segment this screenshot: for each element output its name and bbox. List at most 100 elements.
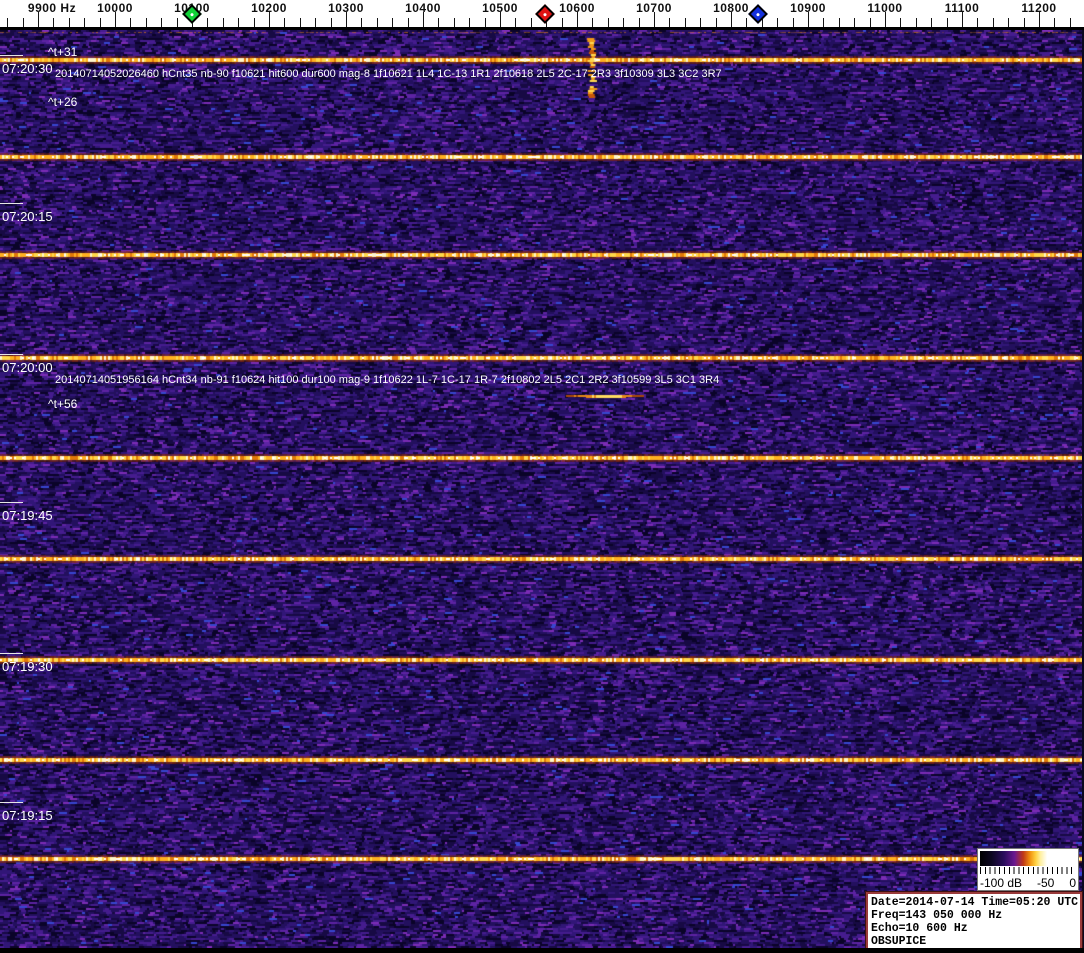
freq-tick xyxy=(469,18,471,27)
freq-tick xyxy=(315,18,317,27)
freq-tick xyxy=(22,18,24,27)
time-tick xyxy=(0,354,23,355)
marker-red-diamond[interactable] xyxy=(535,4,555,24)
time-tick xyxy=(0,802,23,803)
freq-tick xyxy=(715,18,717,27)
time-tick xyxy=(0,203,23,204)
freq-label: 9900 Hz xyxy=(27,1,77,15)
freq-label: 10800 xyxy=(713,1,749,15)
freq-label: 11000 xyxy=(867,1,903,15)
freq-tick xyxy=(284,18,286,27)
echo-time-annotation: ^t+56 xyxy=(48,397,78,411)
freq-tick xyxy=(792,18,794,27)
freq-tick xyxy=(484,18,486,27)
frequency-ruler: 9900 Hz100001010010200103001040010500106… xyxy=(0,0,1084,30)
freq-tick xyxy=(838,18,840,27)
freq-tick xyxy=(361,18,363,27)
freq-label: 11200 xyxy=(1021,1,1057,15)
freq-tick xyxy=(700,18,702,27)
info-line-station: OBSUPICE xyxy=(871,935,927,948)
freq-tick xyxy=(68,18,70,27)
freq-tick xyxy=(53,18,55,27)
freq-tick xyxy=(99,18,101,27)
freq-tick xyxy=(592,18,594,27)
detection-record-text: 20140714051956164 hCnt34 nb-91 f10624 hi… xyxy=(55,374,720,386)
colorbar-panel: -100 dB -50 0 xyxy=(977,848,1079,891)
colorbar-label-min: -100 dB xyxy=(980,876,1023,890)
freq-tick xyxy=(607,18,609,27)
info-line-date: Date=2014-07-14 Time=05:20 UTC xyxy=(871,896,1079,909)
time-label: 07:19:45 xyxy=(2,508,53,523)
freq-label: 10500 xyxy=(482,1,518,15)
freq-label: 10200 xyxy=(251,1,287,15)
freq-tick xyxy=(623,18,625,27)
marker-center-dot xyxy=(755,11,761,17)
observation-info-box: Date=2014-07-14 Time=05:20 UTC Freq=143 … xyxy=(866,892,1082,952)
freq-tick xyxy=(915,18,917,27)
time-label: 07:19:30 xyxy=(2,659,53,674)
bottom-border xyxy=(0,948,1084,953)
freq-tick xyxy=(330,18,332,27)
freq-label: 10400 xyxy=(405,1,441,15)
echo-time-annotation: ^t+31 xyxy=(48,45,78,59)
freq-tick xyxy=(777,18,779,27)
freq-label: 10600 xyxy=(559,1,595,15)
freq-tick xyxy=(931,18,933,27)
freq-tick xyxy=(145,18,147,27)
marker-blue-diamond[interactable] xyxy=(748,4,768,24)
freq-tick xyxy=(207,18,209,27)
freq-tick xyxy=(746,18,748,27)
freq-tick xyxy=(561,18,563,27)
freq-tick xyxy=(1023,18,1025,27)
freq-tick xyxy=(669,18,671,27)
freq-tick xyxy=(299,18,301,27)
time-label: 07:20:15 xyxy=(2,209,53,224)
time-tick xyxy=(0,55,23,56)
freq-tick xyxy=(161,18,163,27)
freq-tick xyxy=(238,18,240,27)
colorbar-label-mid: -50 xyxy=(1037,876,1055,890)
freq-label: 10700 xyxy=(636,1,672,15)
freq-label: 10000 xyxy=(97,1,133,15)
freq-tick xyxy=(946,18,948,27)
freq-tick xyxy=(376,18,378,27)
freq-tick xyxy=(253,18,255,27)
freq-tick xyxy=(130,18,132,27)
freq-tick xyxy=(438,18,440,27)
echo-time-annotation: ^t+26 xyxy=(48,95,78,109)
detection-record-text: 20140714052026460 hCnt35 nb-90 f10621 hi… xyxy=(55,68,722,80)
colorbar-gradient xyxy=(980,851,1076,866)
time-tick xyxy=(0,502,23,503)
freq-tick xyxy=(823,18,825,27)
colorbar-labels: -100 dB -50 0 xyxy=(980,876,1076,890)
freq-tick xyxy=(453,18,455,27)
freq-tick xyxy=(1054,18,1056,27)
spectrogram-overlays: 07:20:30 07:20:15 07:20:00 07:19:45 07:1… xyxy=(0,0,1084,953)
freq-tick xyxy=(222,18,224,27)
info-line-echo: Echo=10 600 Hz xyxy=(871,922,968,935)
marker-center-dot xyxy=(189,11,195,17)
time-label: 07:20:30 xyxy=(2,61,53,76)
colorbar-ticks xyxy=(980,867,1076,874)
freq-label: 10900 xyxy=(790,1,826,15)
freq-tick xyxy=(176,18,178,27)
freq-tick xyxy=(977,18,979,27)
freq-tick xyxy=(854,18,856,27)
freq-tick xyxy=(530,18,532,27)
freq-tick xyxy=(638,18,640,27)
time-tick xyxy=(0,653,23,654)
freq-tick xyxy=(515,18,517,27)
info-line-freq: Freq=143 050 000 Hz xyxy=(871,909,1003,922)
freq-tick xyxy=(84,18,86,27)
freq-tick xyxy=(869,18,871,27)
freq-tick xyxy=(407,18,409,27)
freq-label: 10300 xyxy=(328,1,364,15)
colorbar-label-max: 0 xyxy=(1069,876,1076,890)
freq-tick xyxy=(992,18,994,27)
meteor-waterfall-screen: 9900 Hz100001010010200103001040010500106… xyxy=(0,0,1084,953)
freq-tick xyxy=(684,18,686,27)
freq-tick xyxy=(392,18,394,27)
freq-tick xyxy=(1069,18,1071,27)
freq-tick xyxy=(900,18,902,27)
freq-tick xyxy=(7,18,9,27)
